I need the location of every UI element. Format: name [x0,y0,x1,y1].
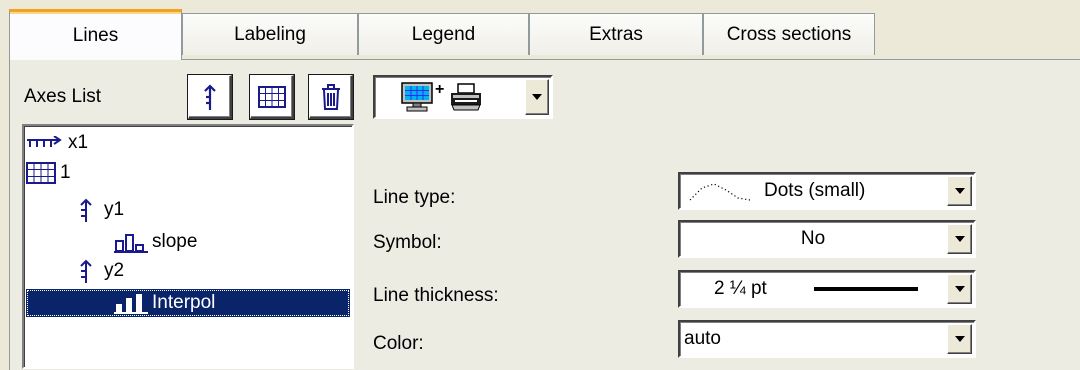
tab-cross-sections-label: Cross sections [726,23,852,45]
output-device-select[interactable]: + [373,75,553,119]
tree-item-coordinate-system-1[interactable]: 1 [26,159,77,187]
color-dropdown-button[interactable] [947,324,972,354]
tree-item-label: y1 [104,199,125,220]
symbol-value: No [800,228,826,249]
color-label: Color: [373,333,424,354]
tab-labeling-label: Labeling [234,23,306,45]
tree-item-label: y2 [104,260,125,281]
monitor-icon [401,82,433,112]
line-thickness-dropdown-button[interactable] [947,274,972,304]
tree-item-x1[interactable]: x1 [26,129,94,157]
chevron-down-icon [954,336,965,342]
printer-icon [451,83,481,111]
tab-extras[interactable]: Extras [529,13,703,55]
thickness-preview-line [814,287,918,291]
tree-item-label: 1 [60,162,71,183]
line-type-label: Line type: [373,187,456,208]
line-thickness-select[interactable]: 2 ¼ pt [678,270,976,308]
tab-extras-label: Extras [589,23,643,45]
tree-item-label: x1 [68,132,89,153]
channel-icon [114,234,148,253]
delete-button[interactable] [309,75,353,119]
tab-labeling[interactable]: Labeling [182,13,358,55]
line-type-dropdown-button[interactable] [947,176,972,206]
line-thickness-label: Line thickness: [373,285,499,306]
tree-item-label: Interpol [152,292,216,313]
tree-item-label: slope [152,231,198,252]
chevron-down-icon [954,286,965,292]
axes-tree[interactable]: x1 1 y1 slope y2 Interpol [22,124,354,369]
tree-item-slope[interactable]: slope [114,228,203,256]
trash-icon [321,83,340,110]
chevron-down-icon [954,236,965,242]
axes-list-label: Axes List [24,86,102,107]
line-type-select[interactable]: Dots (small) [678,172,976,210]
symbol-label: Symbol: [373,232,442,253]
add-y-axis-button[interactable] [188,75,232,119]
y-axis-icon [80,198,92,222]
chevron-down-icon [954,188,965,194]
symbol-dropdown-button[interactable] [947,224,972,254]
add-y-axis-icon [203,83,216,110]
tab-lines[interactable]: Lines [9,9,182,60]
coordinate-system-icon [26,162,56,184]
tree-item-y2[interactable]: y2 [78,257,130,285]
tree-item-interpol[interactable]: Interpol [26,289,350,317]
chevron-down-icon [532,94,542,100]
symbol-select[interactable]: No [678,220,976,258]
dotted-line-preview-icon [689,183,751,201]
tab-legend-label: Legend [411,23,476,45]
tab-cross-sections[interactable]: Cross sections [703,13,875,55]
color-value: auto [684,328,721,349]
device-dropdown-button[interactable] [525,79,549,115]
grid-icon [257,85,286,108]
add-coordinate-system-button[interactable] [250,75,294,119]
tree-item-y1[interactable]: y1 [78,196,130,224]
x-axis-icon [27,136,62,147]
tab-lines-label: Lines [72,25,119,46]
line-thickness-value: 2 ¼ pt [714,278,767,299]
channel-icon [114,294,148,314]
y-axis-icon [80,259,92,283]
color-select[interactable]: auto [678,320,976,358]
device-plus-separator: + [435,81,445,98]
line-type-value: Dots (small) [764,180,866,201]
tab-legend[interactable]: Legend [358,13,529,55]
